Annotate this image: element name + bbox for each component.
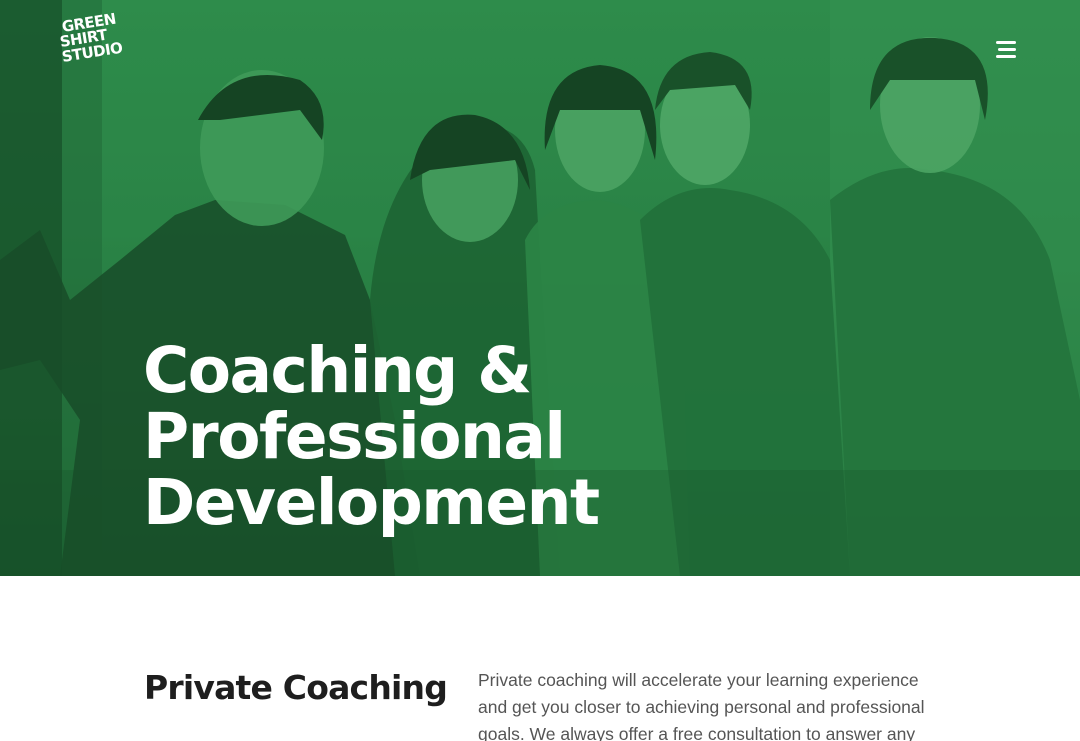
menu-bar [998,48,1016,51]
hamburger-menu-icon[interactable] [994,39,1020,63]
section-heading: Private Coaching [144,668,448,707]
page-title-line: Development [143,466,600,539]
menu-bar [996,41,1016,44]
page-title-line: Professional [143,400,566,473]
page-title: Coaching & Professional Development [143,338,663,536]
page-title-line: Coaching & [143,334,532,407]
green-shirt-studio-logo[interactable]: GREEN SHIRT STUDIO [58,10,124,80]
section-description: Private coaching will accelerate your le… [478,670,925,741]
hero-banner: GREEN SHIRT STUDIO Coaching & Profession… [0,0,1080,576]
menu-bar [996,55,1016,58]
